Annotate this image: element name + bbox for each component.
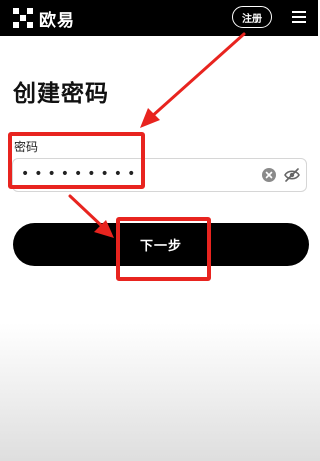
top-navigation-bar: 欧易 注册 bbox=[0, 0, 318, 36]
okx-logo-icon bbox=[13, 8, 33, 28]
annotation-arrow-to-password bbox=[140, 32, 246, 128]
hamburger-menu-icon[interactable] bbox=[292, 11, 306, 23]
eye-off-icon[interactable] bbox=[284, 168, 300, 182]
register-button[interactable]: 注册 bbox=[232, 6, 272, 28]
page-title: 创建密码 bbox=[13, 81, 109, 107]
annotation-box-password bbox=[8, 132, 145, 189]
brand-logo[interactable]: 欧易 bbox=[13, 8, 75, 31]
brand-name: 欧易 bbox=[39, 10, 75, 31]
clear-icon[interactable] bbox=[262, 168, 276, 182]
annotation-box-next-button bbox=[116, 217, 211, 281]
